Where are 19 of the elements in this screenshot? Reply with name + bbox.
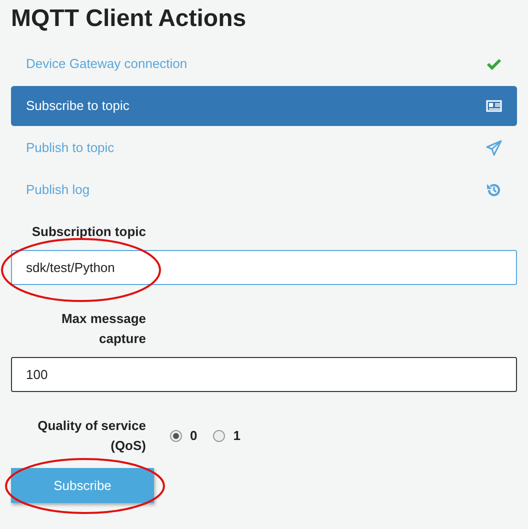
send-icon bbox=[486, 140, 502, 156]
input-field[interactable]: sdk/test/Python bbox=[11, 250, 517, 285]
field-label: Max message capture bbox=[60, 310, 146, 348]
field-label: Quality of service (QoS) bbox=[36, 417, 146, 455]
menu-item[interactable]: Device Gateway connection bbox=[11, 44, 517, 84]
subscribe-button[interactable]: Subscribe bbox=[11, 468, 154, 503]
radio-button[interactable] bbox=[213, 430, 226, 442]
field-label: Subscription topic bbox=[30, 223, 146, 241]
check-icon bbox=[486, 56, 502, 72]
menu-item[interactable]: Publish log bbox=[11, 170, 517, 210]
page-title: MQTT Client Actions bbox=[11, 4, 248, 34]
radio-button[interactable] bbox=[170, 430, 182, 442]
menu-item[interactable]: Publish to topic bbox=[11, 128, 517, 168]
radio-label: 1 bbox=[233, 427, 240, 446]
radio-label: 0 bbox=[190, 427, 198, 446]
history-icon bbox=[486, 182, 502, 198]
menu-item[interactable]: Subscribe to topic bbox=[11, 86, 517, 126]
newspaper-icon bbox=[486, 98, 502, 114]
input-field[interactable]: 100 bbox=[11, 357, 517, 392]
